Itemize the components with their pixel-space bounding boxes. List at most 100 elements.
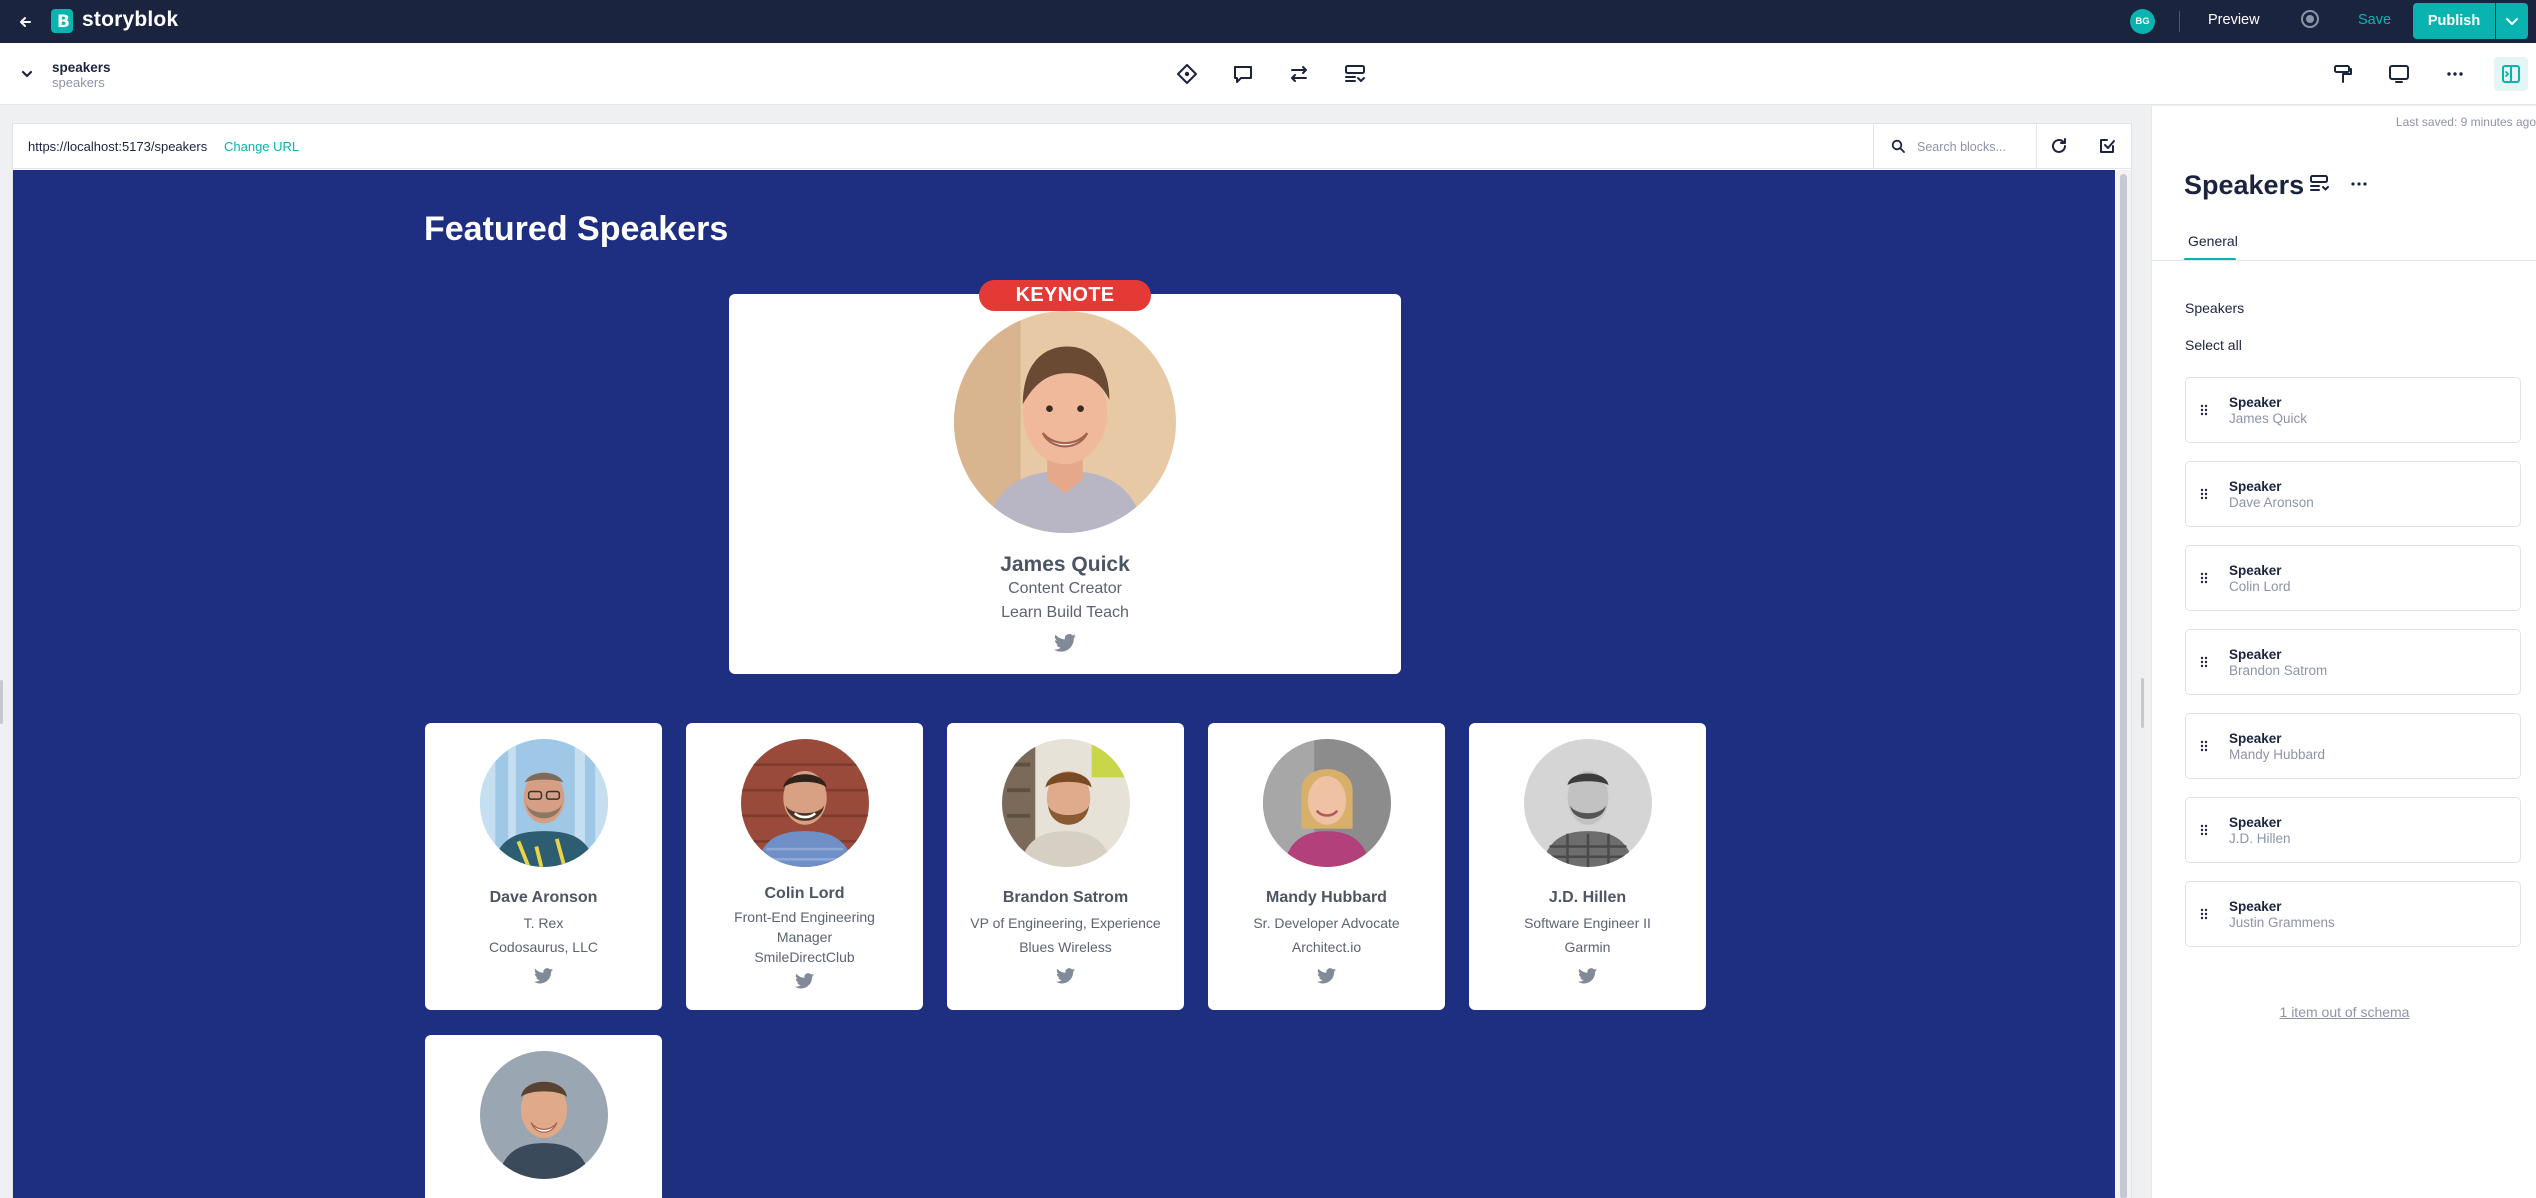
preview-url-bar: https://localhost:5173/speakers Change U… <box>13 124 2131 169</box>
speaker-photo <box>1524 739 1652 867</box>
divider <box>2179 11 2180 32</box>
speaker-name: Colin Lord <box>764 885 845 902</box>
twitter-icon[interactable] <box>1056 968 1075 984</box>
publish-options-button[interactable] <box>2496 3 2528 39</box>
panel-resize-handle[interactable] <box>2141 678 2144 728</box>
publish-button[interactable]: Publish <box>2413 3 2495 39</box>
speaker-card[interactable]: Mandy Hubbard Sr. Developer Advocate Arc… <box>1208 723 1445 1010</box>
top-bar: B storyblok BG Preview Save Publish <box>0 0 2536 43</box>
twitter-icon[interactable] <box>1054 633 1076 653</box>
select-all-button[interactable]: Select all <box>2185 337 2242 353</box>
out-of-schema-link[interactable]: 1 item out of schema <box>2152 1004 2536 1020</box>
block-type: Speaker <box>2229 395 2282 410</box>
nested-block-item[interactable]: Speaker Mandy Hubbard <box>2185 713 2521 779</box>
speaker-card[interactable]: Dave Aronson T. Rex Codosaurus, LLC <box>425 723 662 1010</box>
preview-button[interactable]: Preview <box>2208 12 2260 28</box>
speaker-company: Architect.io <box>1291 939 1362 955</box>
story-slug: speakers <box>52 75 105 90</box>
content-panel: Last saved: 9 minutes ago Speakers Gener… <box>2151 106 2536 1198</box>
story-title[interactable]: speakers <box>52 60 111 75</box>
speaker-company: Learn Build Teach <box>1001 604 1129 621</box>
drag-handle-icon[interactable] <box>2200 740 2208 752</box>
app-name: storyblok <box>82 8 179 31</box>
user-avatar[interactable]: BG <box>2130 9 2155 34</box>
speaker-role: Front-End Engineering <box>734 909 875 925</box>
field-label: Speakers <box>2185 300 2245 316</box>
search-icon <box>1891 139 1905 153</box>
keynote-badge: KEYNOTE <box>979 280 1151 311</box>
speaker-company: SmileDirectClub <box>754 949 855 965</box>
comment-icon[interactable] <box>1230 61 1256 87</box>
twitter-icon[interactable] <box>795 973 814 989</box>
block-type: Speaker <box>2229 815 2282 830</box>
drag-handle-icon[interactable] <box>2200 656 2208 668</box>
nested-block-item[interactable]: Speaker Dave Aronson <box>2185 461 2521 527</box>
nested-block-item[interactable]: Speaker Brandon Satrom <box>2185 629 2521 695</box>
select-mode-icon[interactable] <box>2096 135 2118 157</box>
speaker-role: Content Creator <box>1008 580 1122 597</box>
drag-handle-icon[interactable] <box>2200 572 2208 584</box>
keynote-speaker-card[interactable]: James Quick Content Creator Learn Build … <box>729 294 1401 674</box>
block-name: J.D. Hillen <box>2229 831 2291 846</box>
block-schema-icon[interactable] <box>2308 172 2332 196</box>
speaker-name: J.D. Hillen <box>1548 889 1627 906</box>
nested-block-item[interactable]: Speaker James Quick <box>2185 377 2521 443</box>
block-name: Justin Grammens <box>2229 915 2335 930</box>
toggle-side-panel-button[interactable] <box>2494 57 2528 91</box>
speaker-card[interactable] <box>425 1035 662 1198</box>
search-blocks-input[interactable]: Search blocks... <box>1873 124 2037 169</box>
preview-scrollbar[interactable] <box>2116 170 2131 1198</box>
speaker-company: Blues Wireless <box>1019 939 1112 955</box>
speaker-name: Dave Aronson <box>489 889 598 906</box>
record-icon[interactable] <box>2301 10 2319 28</box>
speaker-role: Software Engineer II <box>1524 915 1651 931</box>
block-type: Speaker <box>2229 647 2282 662</box>
speaker-card[interactable]: J.D. Hillen Software Engineer II Garmin <box>1469 723 1706 1010</box>
speaker-role-continued: Manager <box>776 929 833 945</box>
speaker-card[interactable]: Colin Lord Front-End Engineering Manager… <box>686 723 923 1010</box>
twitter-icon[interactable] <box>1317 968 1336 984</box>
reload-icon[interactable] <box>2048 135 2070 157</box>
more-options-icon[interactable] <box>2442 61 2468 87</box>
tab-general[interactable]: General <box>2188 233 2238 249</box>
nested-block-item[interactable]: Speaker Colin Lord <box>2185 545 2521 611</box>
back-arrow-icon[interactable] <box>14 10 38 34</box>
content-form-icon[interactable] <box>1342 61 1368 87</box>
speaker-photo <box>954 311 1176 533</box>
block-name: Mandy Hubbard <box>2229 747 2326 762</box>
tab-divider <box>2152 260 2536 261</box>
twitter-icon[interactable] <box>1578 968 1597 984</box>
device-desktop-icon[interactable] <box>2386 61 2412 87</box>
editor-toolbar: speakers speakers <box>0 43 2536 105</box>
change-url-link[interactable]: Change URL <box>224 139 299 154</box>
visual-preview: https://localhost:5173/speakers Change U… <box>12 123 2132 1198</box>
chevron-down-icon <box>2506 18 2518 25</box>
preview-url: https://localhost:5173/speakers <box>28 139 208 154</box>
drag-handle-icon[interactable] <box>2200 908 2208 920</box>
drag-handle-icon[interactable] <box>2200 824 2208 836</box>
paint-roller-icon[interactable] <box>2330 61 2356 87</box>
speaker-company: Codosaurus, LLC <box>489 939 598 955</box>
side-panel-icon <box>2502 65 2520 83</box>
diamond-component-icon[interactable] <box>1174 61 1200 87</box>
left-resize-handle[interactable] <box>0 680 3 724</box>
speaker-card[interactable]: Brandon Satrom VP of Engineering, Experi… <box>947 723 1184 1010</box>
more-options-icon[interactable] <box>2347 172 2371 196</box>
block-name: James Quick <box>2229 411 2308 426</box>
speaker-photo <box>741 739 869 867</box>
panel-title: Speakers <box>2184 170 2305 200</box>
drag-handle-icon[interactable] <box>2200 488 2208 500</box>
chevron-down-icon[interactable] <box>18 65 36 83</box>
block-name: Brandon Satrom <box>2229 663 2328 678</box>
drag-handle-icon[interactable] <box>2200 404 2208 416</box>
block-name: Dave Aronson <box>2229 495 2314 510</box>
block-type: Speaker <box>2229 563 2282 578</box>
speaker-role: VP of Engineering, Experience <box>970 915 1161 931</box>
nested-block-item[interactable]: Speaker J.D. Hillen <box>2185 797 2521 863</box>
featured-speakers-heading: Featured Speakers <box>424 210 729 248</box>
nested-block-item[interactable]: Speaker Justin Grammens <box>2185 881 2521 947</box>
twitter-icon[interactable] <box>534 968 553 984</box>
compare-arrows-icon[interactable] <box>1286 61 1312 87</box>
save-button[interactable]: Save <box>2358 12 2391 28</box>
speaker-photo <box>480 739 608 867</box>
